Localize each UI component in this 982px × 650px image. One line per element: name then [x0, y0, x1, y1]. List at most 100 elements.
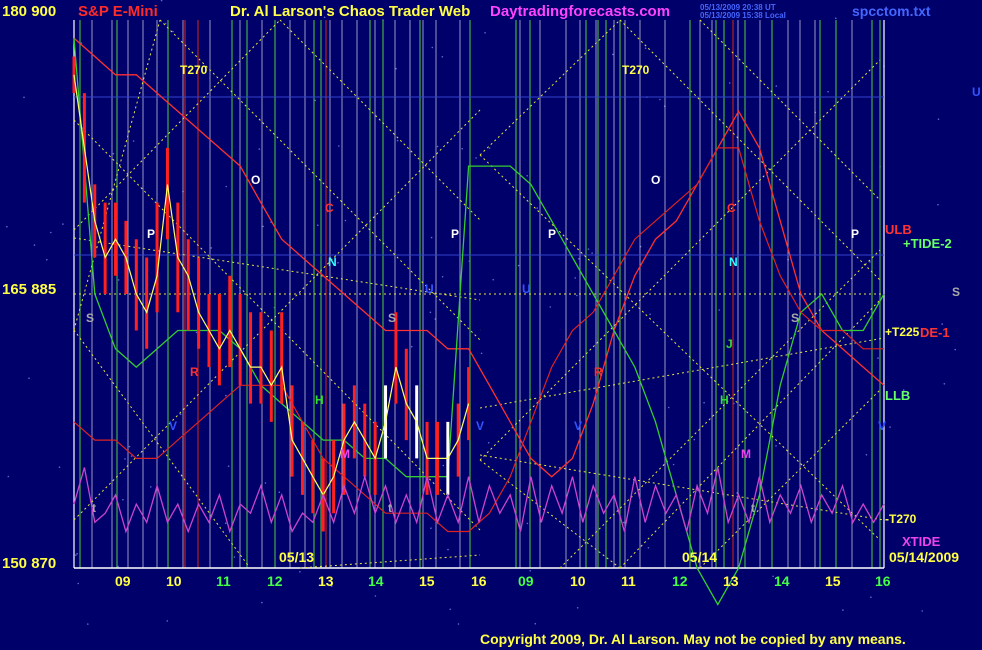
star-dot [869, 261, 871, 263]
series-label-t225: +T225 [885, 325, 920, 339]
x-tick-label: 15 [825, 573, 841, 589]
marker-s: S [388, 311, 396, 325]
marker-v: V [169, 419, 177, 433]
star-dot [33, 244, 36, 246]
left-bottom-numbers: 150 870 [2, 555, 57, 572]
marker-u: U [425, 282, 434, 296]
star-dot [441, 56, 444, 58]
copyright-notice: Copyright 2009, Dr. Al Larson. May not b… [480, 631, 906, 647]
marker-p: P [548, 227, 556, 241]
star-dot [436, 145, 439, 148]
marker-o: O [251, 173, 260, 187]
star-dot [76, 552, 78, 555]
x-tick-label: 14 [368, 573, 384, 589]
x-tick-label: 09 [518, 573, 534, 589]
star-dot [278, 491, 281, 494]
star-dot [889, 426, 891, 428]
star-dot [210, 247, 213, 249]
star-dot [526, 522, 529, 525]
x-tick-label: 15 [419, 573, 435, 589]
star-dot [441, 276, 444, 278]
star-dot [150, 486, 152, 488]
x-tick-label: 12 [672, 573, 688, 589]
star-dot [591, 252, 593, 254]
star-dot [75, 554, 77, 556]
x-tick-label: 11 [621, 573, 636, 589]
marker-s: S [952, 285, 960, 299]
star-dot [517, 264, 520, 267]
star-dot [233, 556, 236, 558]
marker-n: N [729, 255, 738, 269]
star-dot [612, 53, 614, 56]
marker-t270: T270 [180, 63, 208, 77]
marker-t: t [92, 501, 96, 515]
star-dot [842, 609, 844, 611]
date-label-full: 05/14/2009 [889, 549, 960, 565]
star-dot [447, 548, 449, 551]
star-dot [667, 406, 670, 409]
star-dot [430, 527, 432, 529]
marker-s: S [86, 311, 94, 325]
x-tick-label: 10 [166, 573, 182, 589]
marker-s: S [791, 311, 799, 325]
site-link[interactable]: Daytradingforecasts.com [490, 3, 670, 20]
series-label-llb: LLB [885, 388, 911, 403]
star-dot [672, 463, 675, 466]
star-dot [536, 207, 538, 209]
star-dot [461, 147, 464, 150]
star-dot [457, 623, 460, 625]
marker-v: V [574, 419, 582, 433]
star-dot [264, 482, 267, 484]
star-dot [937, 118, 940, 120]
marker-v: V [476, 419, 484, 433]
filename-label: spcctom.txt [852, 3, 931, 19]
star-dot [117, 279, 120, 281]
marker-t: t [751, 501, 755, 515]
star-dot [172, 30, 174, 33]
star-dot [430, 236, 433, 239]
star-dot [227, 465, 230, 468]
series-label-t270: -T270 [885, 512, 917, 526]
marker-m: M [741, 447, 751, 461]
left-mid-numbers: 165 885 [2, 281, 57, 298]
star-dot [261, 601, 263, 604]
series-label-ulb: ULB [885, 222, 912, 237]
star-dot [262, 225, 264, 228]
star-dot [431, 46, 434, 49]
star-dot [87, 623, 89, 625]
star-dot [492, 278, 495, 281]
x-tick-label: 14 [774, 573, 790, 589]
star-dot [50, 231, 52, 234]
star-dot [410, 345, 413, 348]
star-dot [775, 445, 777, 447]
star-dot [224, 522, 227, 524]
star-dot [484, 32, 486, 34]
star-dot [622, 521, 625, 524]
star-dot [132, 140, 135, 142]
star-dot [166, 620, 169, 622]
star-dot [225, 185, 227, 188]
x-tick-label: 11 [216, 573, 231, 589]
marker-h: H [720, 393, 729, 407]
star-dot [870, 596, 872, 598]
star-dot [314, 99, 317, 102]
star-dot [449, 608, 452, 611]
marker-p: P [147, 227, 155, 241]
star-dot [62, 223, 64, 225]
chart-title: Dr. Al Larson's Chaos Trader Web [230, 3, 471, 20]
star-dot [28, 377, 30, 380]
star-dot [442, 464, 445, 467]
star-dot [338, 145, 340, 147]
marker-v: V [878, 419, 886, 433]
marker-o: O [651, 173, 660, 187]
x-tick-label: 10 [570, 573, 586, 589]
star-dot [475, 157, 477, 159]
star-dot [122, 498, 124, 501]
series-label-de1: DE-1 [920, 325, 950, 340]
star-dot [728, 82, 731, 84]
star-dot [703, 401, 705, 404]
star-dot [921, 610, 923, 612]
star-dot [487, 442, 490, 444]
star-dot [576, 294, 578, 297]
star-dot [58, 466, 61, 469]
